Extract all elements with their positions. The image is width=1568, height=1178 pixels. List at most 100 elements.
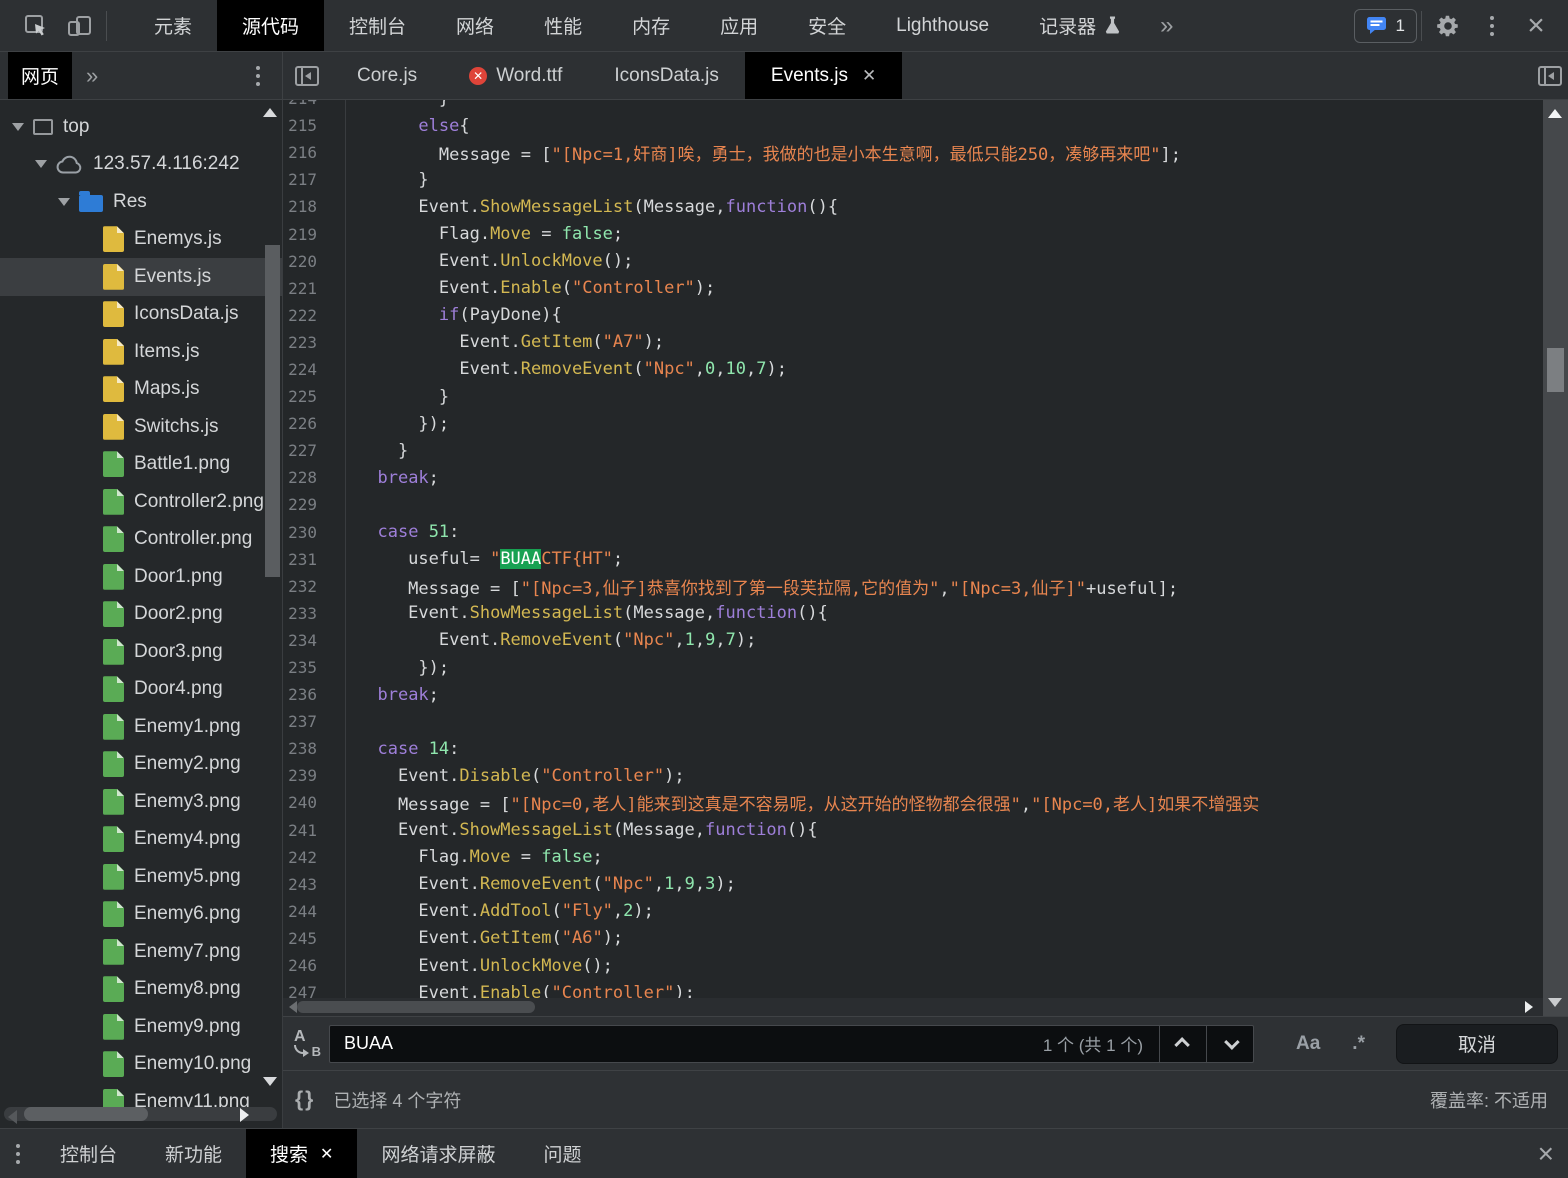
panel-tab-元素[interactable]: 元素: [129, 0, 217, 51]
panel-tab-应用[interactable]: 应用: [695, 0, 783, 51]
code-scroll-right-icon[interactable]: [1525, 1001, 1533, 1013]
regex-toggle[interactable]: .*: [1336, 1033, 1381, 1055]
cancel-button[interactable]: 取消: [1396, 1024, 1558, 1064]
panel-tab-性能[interactable]: 性能: [519, 0, 607, 51]
line-number[interactable]: 224: [283, 360, 331, 379]
panel-tab-源代码[interactable]: 源代码: [217, 0, 324, 51]
code-horizontal-scrollbar[interactable]: [283, 998, 1543, 1016]
panel-tab-Lighthouse[interactable]: Lighthouse: [871, 0, 1014, 51]
drawer-tab-新功能[interactable]: 新功能: [141, 1129, 246, 1178]
tree-item-Enemy3.png[interactable]: Enemy3.png: [0, 783, 282, 821]
tree-item-top[interactable]: top: [0, 108, 282, 146]
line-number[interactable]: 246: [283, 956, 331, 975]
tree-item-Controller.png[interactable]: Controller.png: [0, 521, 282, 559]
next-match-button[interactable]: [1207, 1026, 1253, 1062]
tree-item-Events.js[interactable]: Events.js: [0, 258, 282, 296]
line-number[interactable]: 244: [283, 902, 331, 921]
tree-item-Switchs.js[interactable]: Switchs.js: [0, 408, 282, 446]
match-case-toggle[interactable]: Aa: [1280, 1033, 1336, 1055]
line-number[interactable]: 237: [283, 712, 331, 731]
tree-item-Door4.png[interactable]: Door4.png: [0, 671, 282, 709]
panel-tab-内存[interactable]: 内存: [607, 0, 695, 51]
line-number[interactable]: 239: [283, 766, 331, 785]
more-panels-chevron[interactable]: »: [1146, 0, 1187, 51]
line-number[interactable]: 221: [283, 279, 331, 298]
expander-icon[interactable]: [35, 160, 47, 168]
line-number[interactable]: 226: [283, 414, 331, 433]
pretty-print-icon[interactable]: {}: [295, 1088, 315, 1112]
line-number[interactable]: 234: [283, 631, 331, 650]
tree-item-Enemy8.png[interactable]: Enemy8.png: [0, 971, 282, 1009]
drawer-tab-网络请求屏蔽[interactable]: 网络请求屏蔽: [357, 1129, 519, 1178]
editor-tab-Events.js[interactable]: Events.js✕: [745, 52, 902, 99]
editor-tab-Core.js[interactable]: Core.js: [331, 52, 443, 99]
tree-item-123.57.4.116:242[interactable]: 123.57.4.116:242: [0, 146, 282, 184]
line-number[interactable]: 240: [283, 793, 331, 812]
inspect-element-icon[interactable]: [14, 0, 58, 51]
tree-item-Door2.png[interactable]: Door2.png: [0, 596, 282, 634]
line-number[interactable]: 227: [283, 441, 331, 460]
line-number[interactable]: 223: [283, 333, 331, 352]
panel-tab-安全[interactable]: 安全: [783, 0, 871, 51]
line-number[interactable]: 220: [283, 252, 331, 271]
sidebar-horizontal-scrollbar[interactable]: [0, 1103, 282, 1125]
line-number[interactable]: 228: [283, 468, 331, 487]
device-toolbar-icon[interactable]: [58, 0, 102, 51]
editor-tab-IconsData.js[interactable]: IconsData.js: [588, 52, 745, 99]
code-hscroll-thumb[interactable]: [297, 1001, 535, 1013]
code-scroll-up-icon[interactable]: [1548, 109, 1562, 118]
drawer-tab-搜索[interactable]: 搜索✕: [246, 1129, 357, 1178]
sidebar-scroll-down-icon[interactable]: [263, 1077, 277, 1086]
code-scroll-left-icon[interactable]: [289, 1001, 297, 1013]
line-number[interactable]: 242: [283, 848, 331, 867]
line-number[interactable]: 230: [283, 523, 331, 542]
show-sidebar-icon[interactable]: [1538, 52, 1562, 99]
line-number[interactable]: 235: [283, 658, 331, 677]
navigator-kebab-icon[interactable]: [256, 52, 260, 99]
tree-item-Maps.js[interactable]: Maps.js: [0, 371, 282, 409]
code-scroll-down-icon[interactable]: [1548, 998, 1562, 1007]
panel-tab-记录器[interactable]: 记录器: [1014, 0, 1146, 51]
tree-item-Enemy9.png[interactable]: Enemy9.png: [0, 1008, 282, 1046]
line-number[interactable]: 216: [283, 143, 331, 162]
line-number[interactable]: 219: [283, 225, 331, 244]
line-number[interactable]: 218: [283, 197, 331, 216]
tree-item-Items.js[interactable]: Items.js: [0, 333, 282, 371]
line-number[interactable]: 232: [283, 577, 331, 596]
tree-item-Enemy1.png[interactable]: Enemy1.png: [0, 708, 282, 746]
line-number[interactable]: 236: [283, 685, 331, 704]
code-vscroll-thumb[interactable]: [1547, 348, 1564, 392]
sidebar-scroll-left-icon[interactable]: [8, 1110, 17, 1124]
drawer-tab-问题[interactable]: 问题: [519, 1129, 605, 1178]
tree-item-Enemys.js[interactable]: Enemys.js: [0, 221, 282, 259]
previous-match-button[interactable]: [1160, 1026, 1206, 1062]
line-number[interactable]: 238: [283, 739, 331, 758]
close-devtools-icon[interactable]: ×: [1514, 0, 1558, 51]
tree-item-IconsData.js[interactable]: IconsData.js: [0, 296, 282, 334]
sidebar-scroll-up-icon[interactable]: [263, 108, 277, 117]
line-number[interactable]: 233: [283, 604, 331, 623]
tree-item-Enemy5.png[interactable]: Enemy5.png: [0, 858, 282, 896]
tree-item-Battle1.png[interactable]: Battle1.png: [0, 446, 282, 484]
sidebar-vertical-scrollbar[interactable]: [265, 245, 280, 577]
close-drawer-tab-icon[interactable]: ✕: [320, 1140, 333, 1167]
line-number[interactable]: 222: [283, 306, 331, 325]
close-tab-icon[interactable]: ✕: [862, 62, 876, 89]
issues-counter-button[interactable]: 1: [1354, 9, 1417, 43]
sidebar-scroll-right-icon[interactable]: [240, 1108, 249, 1122]
line-number[interactable]: 247: [283, 983, 331, 998]
tree-item-Controller2.png[interactable]: Controller2.png: [0, 483, 282, 521]
drawer-tab-控制台[interactable]: 控制台: [36, 1129, 141, 1178]
more-options-kebab-icon[interactable]: [1470, 0, 1514, 51]
find-input[interactable]: [330, 1033, 1043, 1054]
line-number[interactable]: 214: [283, 100, 331, 108]
tree-item-Enemy6.png[interactable]: Enemy6.png: [0, 896, 282, 934]
line-number[interactable]: 245: [283, 929, 331, 948]
tree-item-Enemy7.png[interactable]: Enemy7.png: [0, 933, 282, 971]
line-number[interactable]: 229: [283, 495, 331, 514]
panel-tab-网络[interactable]: 网络: [431, 0, 519, 51]
line-number[interactable]: 225: [283, 387, 331, 406]
code-editor[interactable]: 214 }215 else{216 Message = ["[Npc=1,奸商]…: [283, 100, 1543, 998]
tree-item-Enemy2.png[interactable]: Enemy2.png: [0, 746, 282, 784]
sidebar-hscroll-thumb[interactable]: [24, 1107, 148, 1121]
